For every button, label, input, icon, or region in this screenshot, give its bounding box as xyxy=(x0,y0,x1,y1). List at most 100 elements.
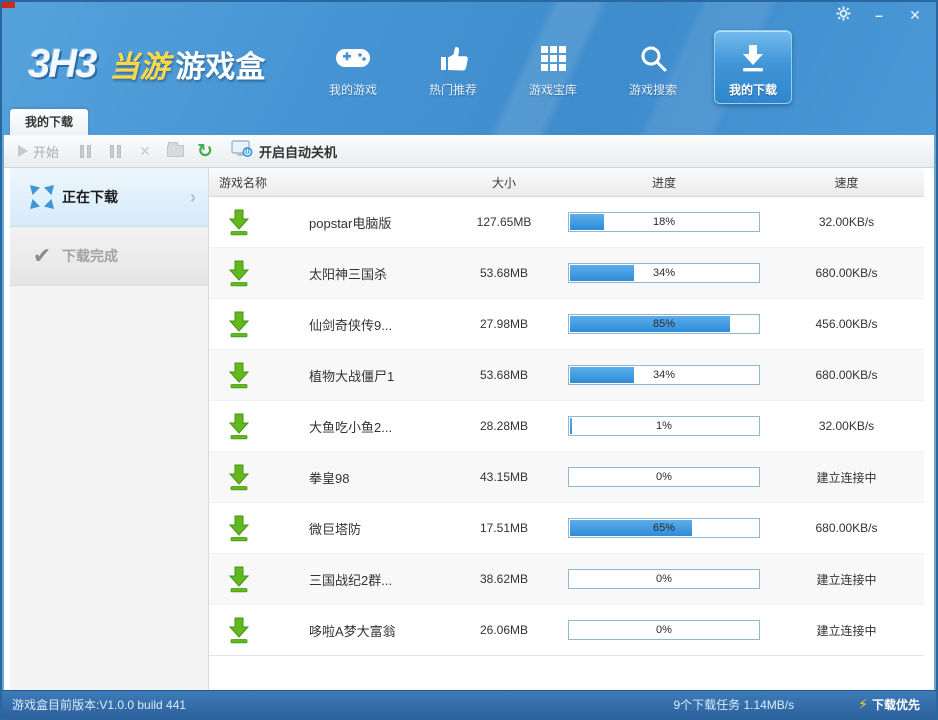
download-arrow-icon xyxy=(228,260,250,287)
progress-cell: 0% xyxy=(559,569,769,589)
delete-task-button[interactable]: ✕ xyxy=(135,141,155,161)
window-controls: – ✕ xyxy=(832,6,926,24)
content-area: 正在下载 › ✔ 下载完成 游戏名称 大小 进度 速度 popstar电脑版 1… xyxy=(10,168,924,690)
progress-label: 34% xyxy=(569,366,759,384)
settings-gear-icon[interactable] xyxy=(832,6,854,24)
minimize-button[interactable]: – xyxy=(868,6,890,24)
progress-label: 0% xyxy=(569,468,759,486)
start-button[interactable]: 开始 xyxy=(18,142,59,161)
column-header-size: 大小 xyxy=(449,174,559,191)
game-name: 三国战纪2群... xyxy=(269,570,449,589)
nav-label: 我的游戏 xyxy=(317,81,389,98)
game-size: 17.51MB xyxy=(449,521,559,535)
sidebar-item-label: 正在下载 xyxy=(62,187,118,207)
game-speed: 32.00KB/s xyxy=(769,419,924,433)
progress-bar: 1% xyxy=(568,416,760,436)
progress-label: 1% xyxy=(569,417,759,435)
nav-my-games[interactable]: 我的游戏 xyxy=(314,30,392,104)
game-name: 微巨塔防 xyxy=(269,519,449,538)
progress-bar: 0% xyxy=(568,569,760,589)
table-row[interactable]: 太阳神三国杀 53.68MB 34% 680.00KB/s xyxy=(209,248,924,299)
logo-mark: 3H3 xyxy=(28,42,95,87)
table-row[interactable]: 植物大战僵尸1 53.68MB 34% 680.00KB/s xyxy=(209,350,924,401)
chevron-right-icon: › xyxy=(190,187,196,208)
corner-artifact xyxy=(2,2,15,8)
refresh-icon: ↻ xyxy=(197,142,213,161)
column-header-progress: 进度 xyxy=(559,174,769,191)
nav-label: 游戏宝库 xyxy=(517,81,589,98)
game-size: 27.98MB xyxy=(449,317,559,331)
pause-button[interactable] xyxy=(75,141,95,161)
download-priority-button[interactable]: ⚡ 下载优先 xyxy=(858,696,920,713)
pause-all-icon xyxy=(110,145,121,158)
progress-label: 18% xyxy=(569,213,759,231)
start-label: 开始 xyxy=(33,142,59,161)
nav-my-downloads[interactable]: 我的下载 xyxy=(714,30,792,104)
game-name: 太阳神三国杀 xyxy=(269,264,449,283)
progress-label: 85% xyxy=(569,315,759,333)
auto-shutdown-toggle[interactable]: 开启自动关机 xyxy=(231,140,337,163)
row-icon-cell xyxy=(209,209,269,236)
check-icon: ✔ xyxy=(22,245,62,267)
thumbs-up-icon xyxy=(417,38,489,78)
game-name: 植物大战僵尸1 xyxy=(269,366,449,385)
pause-icon xyxy=(80,145,91,158)
progress-bar: 34% xyxy=(568,263,760,283)
monitor-power-icon xyxy=(231,140,253,163)
game-speed: 456.00KB/s xyxy=(769,317,924,331)
progress-bar: 0% xyxy=(568,620,760,640)
download-arrow-icon xyxy=(228,464,250,491)
app-header: – ✕ 3H3 当游 游戏盒 我的游戏 热门推荐 xyxy=(2,2,936,135)
nav-game-search[interactable]: 游戏搜索 xyxy=(614,30,692,104)
table-row[interactable]: 大鱼吃小鱼2... 28.28MB 1% 32.00KB/s xyxy=(209,401,924,452)
progress-bar: 85% xyxy=(568,314,760,334)
table-row[interactable]: 仙剑奇侠传9... 27.98MB 85% 456.00KB/s xyxy=(209,299,924,350)
download-arrow-icon xyxy=(228,413,250,440)
progress-bar: 0% xyxy=(568,467,760,487)
row-icon-cell xyxy=(209,362,269,389)
nav-game-library[interactable]: 游戏宝库 xyxy=(514,30,592,104)
refresh-button[interactable]: ↻ xyxy=(195,141,215,161)
download-arrow-icon xyxy=(228,209,250,236)
tab-my-downloads[interactable]: 我的下载 xyxy=(10,109,88,135)
search-icon xyxy=(617,38,689,78)
progress-label: 34% xyxy=(569,264,759,282)
logo-suffix: 游戏盒 xyxy=(175,42,265,86)
game-size: 26.06MB xyxy=(449,623,559,637)
grid-icon xyxy=(517,38,589,78)
row-icon-cell xyxy=(209,260,269,287)
table-header: 游戏名称 大小 进度 速度 xyxy=(209,168,924,197)
lightning-icon: ⚡ xyxy=(858,696,868,713)
nav-label: 我的下载 xyxy=(717,81,789,98)
progress-cell: 34% xyxy=(559,365,769,385)
app-window: – ✕ 3H3 当游 游戏盒 我的游戏 热门推荐 xyxy=(0,0,938,720)
converge-arrows-icon xyxy=(22,182,62,212)
folder-icon xyxy=(167,145,184,157)
table-row[interactable]: popstar电脑版 127.65MB 18% 32.00KB/s xyxy=(209,197,924,248)
table-row[interactable]: 哆啦A梦大富翁 26.06MB 0% 建立连接中 xyxy=(209,605,924,656)
row-icon-cell xyxy=(209,464,269,491)
pause-all-button[interactable] xyxy=(105,141,125,161)
game-speed: 建立连接中 xyxy=(769,622,924,639)
game-size: 43.15MB xyxy=(449,470,559,484)
sidebar-item-downloading[interactable]: 正在下载 › xyxy=(10,168,208,227)
sidebar: 正在下载 › ✔ 下载完成 xyxy=(10,168,209,690)
play-icon xyxy=(18,145,28,157)
game-size: 53.68MB xyxy=(449,266,559,280)
table-row[interactable]: 微巨塔防 17.51MB 65% 680.00KB/s xyxy=(209,503,924,554)
game-speed: 建立连接中 xyxy=(769,469,924,486)
progress-label: 65% xyxy=(569,519,759,537)
open-folder-button[interactable] xyxy=(165,141,185,161)
table-row[interactable]: 拳皇98 43.15MB 0% 建立连接中 xyxy=(209,452,924,503)
logo-brand: 当游 xyxy=(109,42,169,86)
close-button[interactable]: ✕ xyxy=(904,6,926,24)
row-icon-cell xyxy=(209,515,269,542)
sidebar-item-completed[interactable]: ✔ 下载完成 xyxy=(10,227,208,286)
progress-cell: 85% xyxy=(559,314,769,334)
table-row[interactable]: 三国战纪2群... 38.62MB 0% 建立连接中 xyxy=(209,554,924,605)
nav-hot-recommend[interactable]: 热门推荐 xyxy=(414,30,492,104)
game-name: 仙剑奇侠传9... xyxy=(269,315,449,334)
column-header-speed: 速度 xyxy=(769,174,924,191)
main-nav: 我的游戏 热门推荐 游戏宝库 游戏搜索 xyxy=(314,30,792,104)
progress-cell: 1% xyxy=(559,416,769,436)
